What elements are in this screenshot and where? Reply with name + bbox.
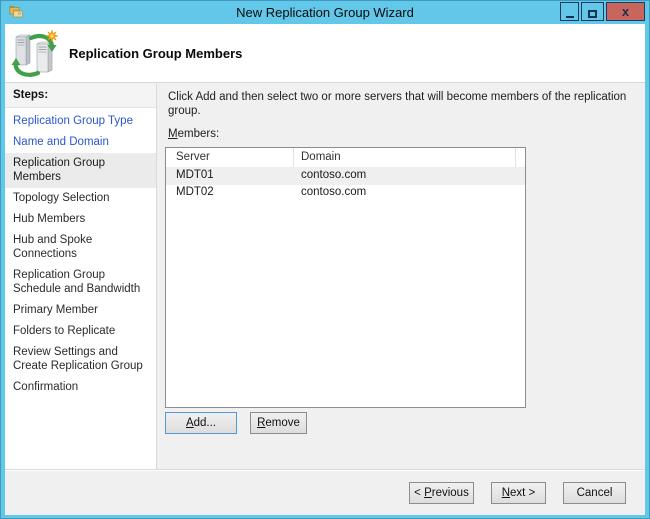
sidebar-step-topology-selection: Topology Selection (13, 192, 110, 204)
sidebar-step-folders-to-replicate: Folders to Replicate (13, 325, 116, 337)
minimize-button[interactable] (560, 2, 579, 21)
wizard-header: Replication Group Members (5, 24, 645, 83)
sidebar-step-replication-group-members: Replication Group Members (5, 153, 156, 188)
titlebar[interactable]: New Replication Group Wizard x (1, 1, 649, 24)
steps-sidebar: Steps: Replication Group Type Name and D… (5, 84, 157, 470)
steps-heading: Steps: (5, 84, 156, 108)
previous-button[interactable]: < Previous (409, 482, 474, 504)
maximize-icon (588, 9, 597, 18)
member-row-mdt01[interactable]: MDT01 contoso.com (166, 168, 525, 185)
remove-button[interactable]: Remove (250, 412, 307, 434)
member-domain: contoso.com (301, 169, 367, 181)
close-icon: x (621, 4, 630, 19)
replication-group-icon (11, 29, 59, 77)
column-header-server[interactable]: Server (166, 148, 294, 167)
close-button[interactable]: x (606, 2, 645, 21)
members-list-header: Server Domain (166, 148, 525, 168)
add-button[interactable]: Add... (165, 412, 237, 434)
wizard-content: Click Add and then select two or more se… (158, 84, 645, 470)
page-title: Replication Group Members (69, 46, 243, 61)
sidebar-step-schedule-and-bandwidth: Replication Group Schedule and Bandwidth (13, 269, 141, 295)
wizard-body: Steps: Replication Group Type Name and D… (5, 84, 645, 470)
member-domain: contoso.com (301, 186, 367, 198)
member-server: MDT02 (176, 186, 214, 198)
cancel-button[interactable]: Cancel (563, 482, 626, 504)
maximize-button[interactable] (581, 2, 604, 21)
wizard-footer: < Previous Next > Cancel (5, 470, 645, 515)
members-list[interactable]: Server Domain MDT01 contoso.com MDT02 co… (165, 147, 526, 408)
instruction-text: Click Add and then select two or more se… (168, 91, 627, 117)
sidebar-step-review-settings: Review Settings and Create Replication G… (13, 346, 143, 372)
member-row-mdt02[interactable]: MDT02 contoso.com (166, 185, 525, 202)
window-title: New Replication Group Wizard (236, 5, 414, 20)
steps-list: Replication Group Type Name and Domain R… (5, 108, 156, 398)
sidebar-step-confirmation: Confirmation (13, 381, 79, 393)
sidebar-step-hub-members: Hub Members (13, 213, 86, 225)
sidebar-step-hub-and-spoke-connections: Hub and Spoke Connections (13, 234, 93, 260)
wizard-dialog: Replication Group Members Steps: Replica… (5, 24, 645, 515)
members-label: Members: (168, 128, 220, 140)
sidebar-step-name-and-domain[interactable]: Name and Domain (5, 132, 156, 153)
wizard-window: New Replication Group Wizard x Replicati… (0, 0, 650, 519)
sidebar-step-replication-group-type[interactable]: Replication Group Type (5, 111, 156, 132)
sidebar-step-primary-member: Primary Member (13, 304, 98, 316)
member-server: MDT01 (176, 169, 214, 181)
minimize-icon (565, 16, 574, 18)
next-button[interactable]: Next > (491, 482, 546, 504)
column-header-domain[interactable]: Domain (294, 148, 516, 167)
